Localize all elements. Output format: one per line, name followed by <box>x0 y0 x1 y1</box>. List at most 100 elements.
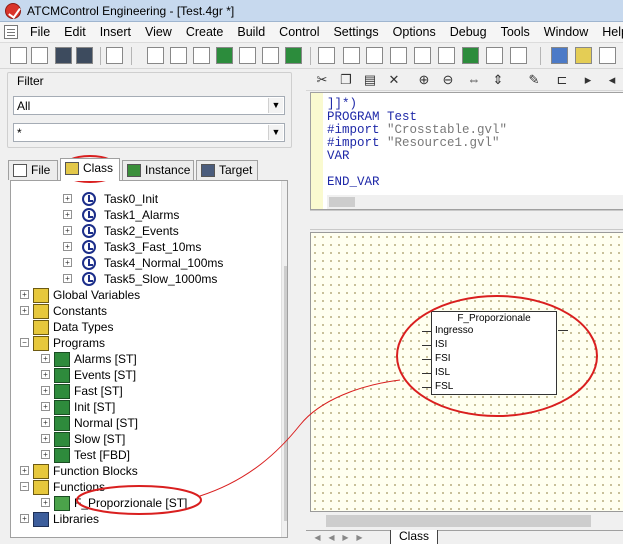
tree-item[interactable]: + Events [ST] <box>11 367 279 383</box>
stretch-vertical-icon[interactable]: ⇕ <box>490 72 506 88</box>
scrollbar-thumb[interactable] <box>284 266 287 521</box>
tree-item[interactable]: + Normal [ST] <box>11 415 279 431</box>
menu-create[interactable]: Create <box>180 25 232 39</box>
expand-icon[interactable]: + <box>63 258 72 267</box>
next-sheet-icon[interactable]: ▶ <box>340 533 351 543</box>
expand-icon[interactable]: + <box>63 274 72 283</box>
tree-item[interactable]: − Functions <box>11 479 279 495</box>
menu-debug[interactable]: Debug <box>444 25 495 39</box>
scroll-down-icon[interactable]: ▼ <box>282 521 287 537</box>
function-block-f-proporzionale[interactable]: F_Proporzionale Ingresso ISI FSI ISL FSL <box>422 311 568 395</box>
menu-insert[interactable]: Insert <box>94 25 139 39</box>
pin-isi[interactable]: ISI <box>435 339 447 350</box>
expand-icon[interactable]: + <box>41 402 50 411</box>
pin-ingresso[interactable]: Ingresso <box>435 325 473 336</box>
menu-settings[interactable]: Settings <box>327 25 386 39</box>
expand-icon[interactable]: + <box>41 450 50 459</box>
pencil-icon[interactable]: ✎ <box>526 72 542 88</box>
canvas-scrollbar[interactable] <box>310 512 623 530</box>
pin-fsl[interactable]: FSL <box>435 381 453 392</box>
output-pin-icon[interactable]: ◂ <box>604 72 620 88</box>
print-icon[interactable] <box>106 47 123 64</box>
library-icon[interactable] <box>462 47 479 64</box>
tree-item[interactable]: + Task1_Alarms <box>11 207 279 223</box>
collapse-icon[interactable]: − <box>20 338 29 347</box>
expand-icon[interactable]: + <box>41 370 50 379</box>
scroll-up-icon[interactable]: ▲ <box>282 181 287 197</box>
menu-help[interactable]: Help <box>596 25 623 39</box>
zoom-out-icon[interactable]: ⊖ <box>440 72 456 88</box>
arrange-icon[interactable] <box>575 47 592 64</box>
delete-icon[interactable]: ✕ <box>386 72 402 88</box>
stretch-horizontal-icon[interactable]: ⇔ <box>466 72 482 88</box>
code-scrollbar[interactable] <box>327 195 623 209</box>
insert-block-icon[interactable]: ⊏ <box>554 72 570 88</box>
tree-item[interactable]: + Alarms [ST] <box>11 351 279 367</box>
menu-build[interactable]: Build <box>231 25 273 39</box>
insert-constant-icon[interactable] <box>414 47 431 64</box>
tree-item[interactable]: + Global Variables <box>11 287 279 303</box>
expand-icon[interactable]: + <box>41 386 50 395</box>
tree-item[interactable]: + Init [ST] <box>11 399 279 415</box>
class-tree[interactable]: ▲ ▼ + Task0_Init + Task1_Alarms + Task2_Event… <box>10 180 288 538</box>
frame-icon[interactable] <box>170 47 187 64</box>
open-folder-icon[interactable] <box>31 47 48 64</box>
chevron-down-icon[interactable]: ▼ <box>268 125 283 140</box>
tree-item[interactable]: + Libraries <box>11 511 279 527</box>
menu-options[interactable]: Options <box>387 25 444 39</box>
download-icon[interactable] <box>262 47 279 64</box>
expand-icon[interactable]: + <box>20 306 29 315</box>
expand-icon[interactable]: + <box>41 354 50 363</box>
save-icon[interactable] <box>55 47 72 64</box>
tab-instance[interactable]: Instance <box>122 160 194 180</box>
expand-icon[interactable]: + <box>63 210 72 219</box>
compile-icon[interactable] <box>216 47 233 64</box>
declaration-editor[interactable]: ]]*) PROGRAM Test #import "Crosstable.gv… <box>310 92 623 210</box>
filter-combo-type[interactable]: All ▼ <box>13 96 285 115</box>
menu-tools[interactable]: Tools <box>495 25 538 39</box>
menu-window[interactable]: Window <box>538 25 596 39</box>
tree-item[interactable]: − Programs <box>11 335 279 351</box>
menu-control[interactable]: Control <box>273 25 327 39</box>
menu-edit[interactable]: Edit <box>58 25 94 39</box>
expand-icon[interactable]: + <box>41 418 50 427</box>
insert-function-icon[interactable] <box>366 47 383 64</box>
pin-fsi[interactable]: FSI <box>435 353 451 364</box>
tree-item[interactable]: + Task5_Slow_1000ms <box>11 271 279 287</box>
new-file-icon[interactable] <box>10 47 27 64</box>
window-icon[interactable] <box>147 47 164 64</box>
input-pin-icon[interactable]: ▸ <box>580 72 596 88</box>
collapse-icon[interactable]: − <box>20 482 29 491</box>
menu-file[interactable]: File <box>24 25 58 39</box>
tree-item[interactable]: + Fast [ST] <box>11 383 279 399</box>
expand-icon[interactable]: + <box>63 242 72 251</box>
tab-class[interactable]: Class <box>60 158 120 181</box>
insert-variable-icon[interactable] <box>390 47 407 64</box>
tree-item[interactable]: + Task0_Init <box>11 191 279 207</box>
editor-splitter[interactable] <box>310 210 623 230</box>
expand-icon[interactable]: + <box>63 226 72 235</box>
copy-icon[interactable]: ❐ <box>338 72 354 88</box>
paste-icon[interactable]: ▤ <box>362 72 378 88</box>
insert-fb-icon[interactable] <box>343 47 360 64</box>
chevron-down-icon[interactable]: ▼ <box>268 98 283 113</box>
tree-item[interactable]: + Task2_Events <box>11 223 279 239</box>
expand-icon[interactable]: + <box>41 498 50 507</box>
tree-item[interactable]: + F_Proporzionale [ST] <box>11 495 279 511</box>
tree-scrollbar[interactable]: ▲ ▼ <box>281 181 287 537</box>
help-icon[interactable] <box>599 47 616 64</box>
fbd-canvas[interactable]: F_Proporzionale Ingresso ISI FSI ISL FSL <box>310 232 623 512</box>
debug-icon[interactable] <box>285 47 302 64</box>
tree-item[interactable]: + Slow [ST] <box>11 431 279 447</box>
tree-item[interactable]: Data Types <box>11 319 279 335</box>
filter-combo-pattern[interactable]: * ▼ <box>13 123 285 142</box>
pin-isl[interactable]: ISL <box>435 367 450 378</box>
expand-icon[interactable]: + <box>41 434 50 443</box>
cut-icon[interactable]: ✂ <box>314 72 330 88</box>
tile-icon[interactable] <box>551 47 568 64</box>
scrollbar-thumb[interactable] <box>326 515 591 527</box>
resource-icon[interactable] <box>486 47 503 64</box>
tree-item[interactable]: + Task4_Normal_100ms <box>11 255 279 271</box>
insert-datatype-icon[interactable] <box>438 47 455 64</box>
scrollbar-thumb[interactable] <box>329 197 355 207</box>
